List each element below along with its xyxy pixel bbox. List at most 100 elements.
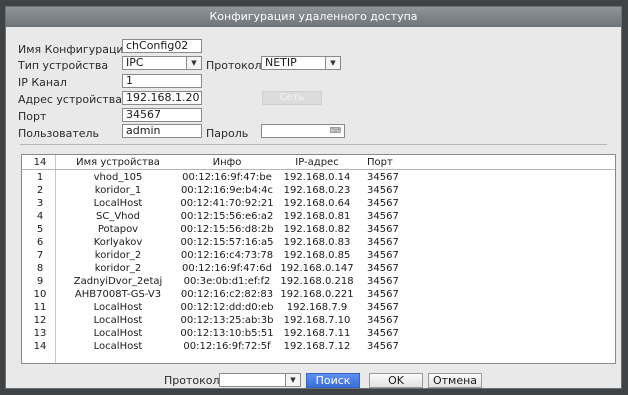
cell-ip: 192.168.0.64 [283, 198, 351, 209]
address-field[interactable]: 192.168.1.20 [122, 91, 202, 105]
cell-ip: 192.168.0.82 [283, 224, 351, 235]
cell-info: 00:12:16:9f:47:6d [182, 263, 272, 274]
cell-port: 34567 [367, 237, 399, 248]
cell-name: LocalHost [93, 315, 143, 326]
device-type-label: Тип устройства [18, 59, 109, 72]
cell-info: 00:12:15:56:d8:2b [180, 224, 274, 235]
config-name-field[interactable]: chConfig02 [122, 39, 202, 53]
cell-name: Potapov [97, 224, 139, 235]
cell-info: 00:12:13:25:ab:3b [180, 315, 274, 326]
cell-ip: 192.168.7.11 [283, 328, 351, 339]
table-row[interactable]: 3 LocalHost 00:12:41:70:92:21 192.168.0.64 3… [22, 198, 615, 209]
table-row[interactable]: 7 koridor_2 00:12:16:c4:73:78 192.168.0.85 3… [22, 250, 615, 261]
column-ip[interactable]: IP-адрес [267, 157, 367, 168]
cell-num: 5 [36, 224, 44, 235]
table-row[interactable]: 5 Potapov 00:12:15:56:d8:2b 192.168.0.82 345… [22, 224, 615, 235]
cell-ip: 192.168.0.218 [280, 276, 354, 287]
cell-port: 34567 [367, 211, 399, 222]
user-label: Пользователь [18, 127, 100, 140]
table-row[interactable]: 6 Korlyakov 00:12:15:57:16:a5 192.168.0.83 3… [22, 237, 615, 248]
cell-ip: 192.168.0.14 [283, 172, 351, 183]
cell-ip: 192.168.0.23 [283, 185, 351, 196]
table-row[interactable]: 9 ZadnyiDvor_2etaj 00:3e:0b:d1:ef:f2 192.16… [22, 276, 615, 287]
dialog-title: Конфигурация удаленного доступа [6, 7, 621, 27]
channel-label: IP Канал [18, 76, 67, 89]
table-row[interactable]: 8 koridor_2 00:12:16:9f:47:6d 192.168.0.147… [22, 263, 615, 274]
device-type-select[interactable]: IPC ▼ [122, 56, 202, 70]
cell-num: 14 [33, 341, 47, 352]
cell-port: 34567 [367, 289, 399, 300]
footer-protocol-select[interactable]: ▼ [219, 373, 301, 387]
cell-ip: 192.168.0.85 [283, 250, 351, 261]
address-label: Адрес устройства [18, 93, 122, 106]
cell-ip: 192.168.0.83 [283, 237, 351, 248]
cell-port: 34567 [367, 328, 399, 339]
cell-ip: 192.168.7.12 [283, 341, 351, 352]
cell-name: koridor_2 [94, 263, 142, 274]
cell-port: 34567 [367, 315, 399, 326]
cell-port: 34567 [367, 250, 399, 261]
cell-num: 7 [36, 250, 44, 261]
cell-name: vhod_105 [93, 172, 143, 183]
table-row[interactable]: 14 LocalHost 00:12:16:9f:72:5f 192.168.7.12… [22, 341, 615, 352]
table-row[interactable]: 4 SC_Vhod 00:12:15:56:e6:a2 192.168.0.81 345… [22, 211, 615, 222]
cell-info: 00:12:16:9f:72:5f [183, 341, 271, 352]
cell-info: 00:12:16:9f:47:be [182, 172, 272, 183]
cell-port: 34567 [367, 198, 399, 209]
search-button[interactable]: Поиск [306, 373, 360, 388]
cell-info: 00:12:16:9e:b4:4c [180, 185, 274, 196]
table-row[interactable]: 12 LocalHost 00:12:13:25:ab:3b 192.168.7.10… [22, 315, 615, 326]
ok-button[interactable]: OK [369, 373, 423, 388]
cell-name: koridor_1 [94, 185, 142, 196]
table-row[interactable]: 1 vhod_105 00:12:16:9f:47:be 192.168.0.14 34… [22, 172, 615, 183]
cell-name: SC_Vhod [96, 211, 140, 222]
cell-name: AHB7008T-GS-V3 [74, 289, 162, 300]
footer-protocol-label: Протокол [164, 374, 220, 387]
cell-name: LocalHost [93, 328, 143, 339]
network-button[interactable]: Сеть [262, 91, 322, 105]
cell-num: 2 [36, 185, 44, 196]
cell-info: 00:12:12:dd:d0:eb [180, 302, 274, 313]
header-divider [22, 169, 615, 170]
dropdown-arrow-icon: ▼ [186, 57, 201, 69]
port-field[interactable]: 34567 [122, 108, 202, 122]
cell-num: 1 [36, 172, 44, 183]
cell-name: LocalHost [93, 302, 143, 313]
cell-name: ZadnyiDvor_2etaj [73, 276, 163, 287]
divider [20, 144, 607, 145]
table-row[interactable]: 10 AHB7008T-GS-V3 00:12:16:c2:82:83 192.168… [22, 289, 615, 300]
cell-ip: 192.168.7.9 [286, 302, 348, 313]
cancel-button[interactable]: Отмена [428, 373, 482, 388]
cell-ip: 192.168.7.10 [283, 315, 351, 326]
channel-field[interactable]: 1 [122, 74, 202, 88]
cell-info: 00:12:16:c4:73:78 [180, 250, 274, 261]
cell-info: 00:12:13:10:b5:51 [180, 328, 274, 339]
table-row[interactable]: 2 koridor_1 00:12:16:9e:b4:4c 192.168.0.23 3… [22, 185, 615, 196]
cell-info: 00:3e:0b:d1:ef:f2 [183, 276, 271, 287]
device-type-value: IPC [126, 56, 144, 69]
table-row[interactable]: 13 LocalHost 00:12:13:10:b5:51 192.168.7.11… [22, 328, 615, 339]
user-field[interactable]: admin [122, 124, 202, 138]
cell-name: LocalHost [93, 198, 143, 209]
cell-num: 4 [36, 211, 44, 222]
config-name-label: Имя Конфигурации [18, 43, 131, 56]
keyboard-icon[interactable]: ⌨ [329, 125, 341, 137]
device-table: 14 Имя устройства Инфо IP-адрес Порт 1 vh… [21, 154, 616, 364]
cell-num: 10 [33, 289, 47, 300]
cell-name: LocalHost [93, 341, 143, 352]
column-device-name[interactable]: Имя устройства [58, 157, 178, 168]
cell-ip: 192.168.0.221 [280, 289, 354, 300]
cell-info: 00:12:41:70:92:21 [180, 198, 274, 209]
cell-info: 00:12:16:c2:82:83 [180, 289, 274, 300]
cell-port: 34567 [367, 276, 399, 287]
column-info[interactable]: Инфо [172, 157, 282, 168]
table-header: 14 Имя устройства Инфо IP-адрес Порт [22, 157, 615, 168]
table-row[interactable]: 11 LocalHost 00:12:12:dd:d0:eb 192.168.7.9 3… [22, 302, 615, 313]
column-port[interactable]: Порт [367, 157, 427, 168]
cell-info: 00:12:15:56:e6:a2 [180, 211, 274, 222]
password-field[interactable]: ⌨ [261, 124, 345, 138]
cell-num: 12 [33, 315, 47, 326]
cell-port: 34567 [367, 341, 399, 352]
protocol-select[interactable]: NETIP ▼ [261, 56, 341, 70]
cell-num: 11 [33, 302, 47, 313]
